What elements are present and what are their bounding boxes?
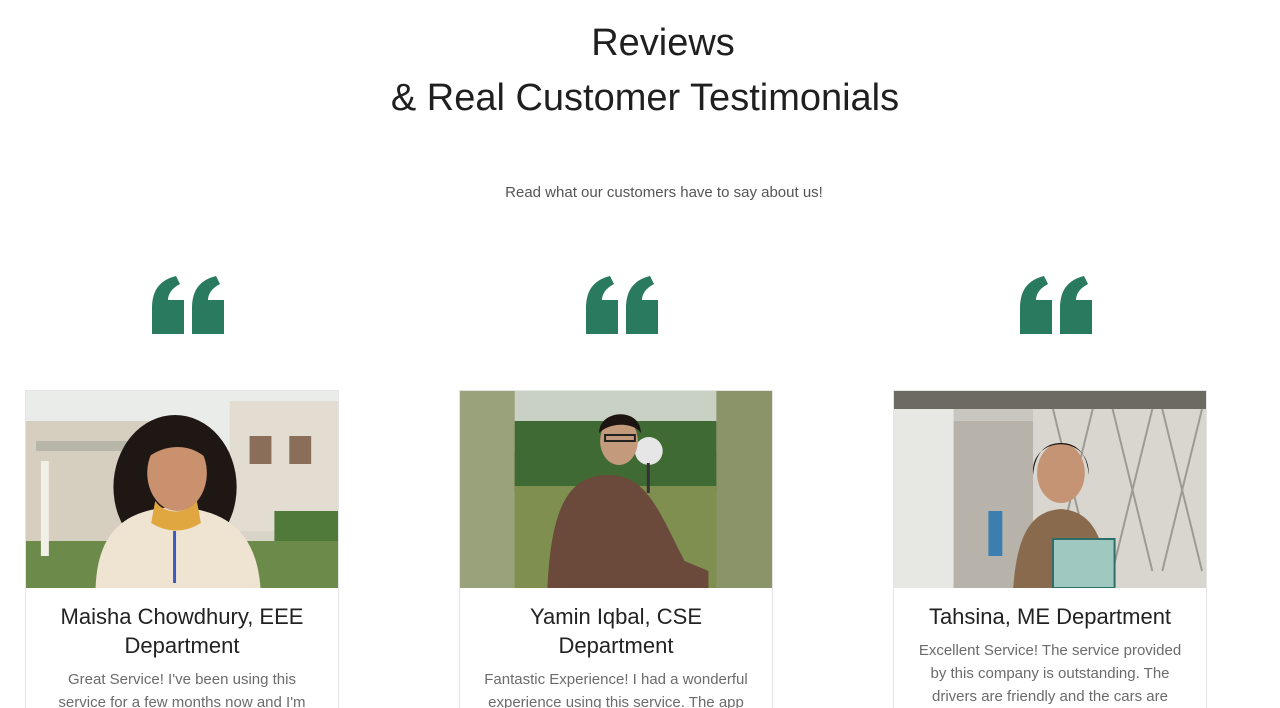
- section-title-line1: Reviews: [591, 22, 735, 64]
- quote-icon: [1020, 276, 1092, 334]
- section-subtitle: Read what our customers have to say abou…: [505, 184, 823, 201]
- customer-review: Fantastic Experience! I had a wonderful …: [484, 671, 748, 708]
- customer-photo: [26, 391, 338, 588]
- customer-name: Tahsina, ME Department: [928, 604, 1172, 629]
- customer-photo: [894, 391, 1206, 588]
- section-title: Reviews & Real Customer Testimonials: [0, 16, 1280, 126]
- customer-review: Excellent Service! The service provided …: [918, 642, 1182, 705]
- customer-name: Maisha Chowdhury, EEE Department: [60, 604, 304, 658]
- testimonial-card: Tahsina, ME Department Excellent Service…: [893, 390, 1207, 708]
- customer-photo: [460, 391, 772, 588]
- quote-icon: [586, 276, 658, 334]
- testimonial-card: Maisha Chowdhury, EEE Department Great S…: [25, 390, 339, 708]
- testimonials-section: Reviews & Real Customer Testimonials Rea…: [0, 0, 1280, 708]
- quote-icon: [152, 276, 224, 334]
- customer-name: Yamin Iqbal, CSE Department: [529, 604, 702, 658]
- testimonial-card: Yamin Iqbal, CSE Department Fantastic Ex…: [459, 390, 773, 708]
- customer-review: Great Service! I've been using this serv…: [58, 671, 306, 708]
- section-title-line2: & Real Customer Testimonials: [390, 77, 900, 119]
